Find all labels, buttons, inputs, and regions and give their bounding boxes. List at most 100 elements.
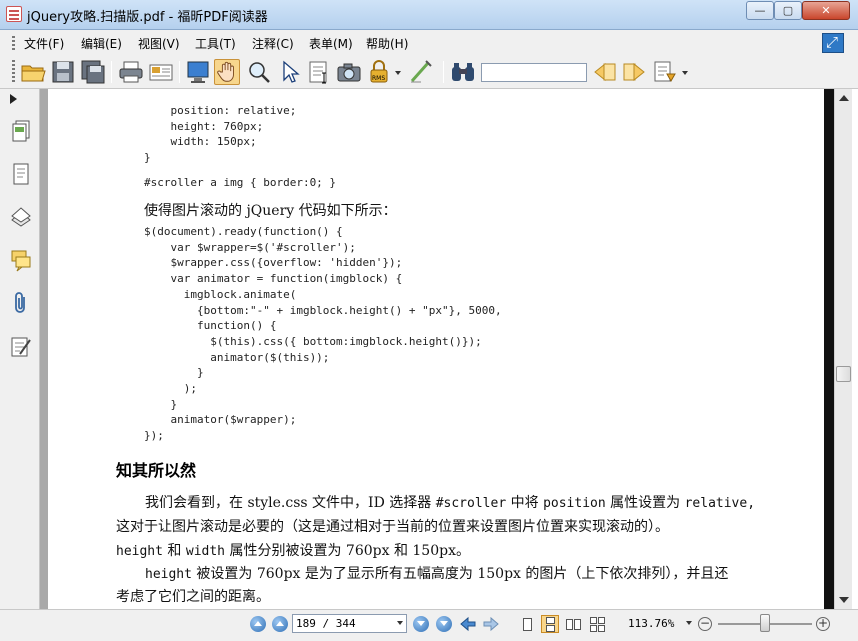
zoom-slider-thumb[interactable]: [760, 614, 770, 632]
css-rule-line: #scroller a img { border:0; }: [144, 176, 337, 189]
next-page-icon[interactable]: [413, 616, 429, 632]
select-arrow-icon[interactable]: [276, 59, 302, 85]
continuous-view-icon[interactable]: [541, 615, 559, 633]
fullscreen-icon[interactable]: [822, 33, 844, 53]
layers-icon[interactable]: [10, 205, 32, 229]
comments-icon[interactable]: [10, 248, 32, 272]
panel-toggle-icon[interactable]: [10, 94, 17, 104]
code-block-main: $(document).ready(function() { var $wrap…: [144, 224, 502, 444]
toolbar-separator: [179, 61, 180, 83]
menu-help[interactable]: 帮助(H): [366, 35, 408, 52]
code-run: position: [543, 496, 606, 511]
save-as-icon[interactable]: [80, 59, 106, 85]
facing-view-icon[interactable]: [564, 615, 582, 633]
menu-tools[interactable]: 工具(T): [195, 35, 236, 52]
section-heading: 知其所以然: [116, 461, 197, 480]
code-line: });: [144, 429, 164, 443]
dropdown-arrow-icon[interactable]: [393, 59, 403, 85]
sign-icon[interactable]: [408, 59, 434, 85]
menu-bar: 文件(F) 编辑(E) 视图(V) 工具(T) 注释(C) 表单(M) 帮助(H…: [0, 30, 858, 55]
go-forward-icon[interactable]: [483, 616, 499, 632]
find-previous-icon[interactable]: [592, 59, 618, 85]
hand-tool-icon[interactable]: [214, 59, 240, 85]
code-line: height: 760px;: [144, 119, 264, 133]
chevron-down-icon[interactable]: [397, 621, 403, 625]
window-title: jQuery攻略.扫描版.pdf - 福昕PDF阅读器: [27, 10, 268, 25]
scroll-down-icon[interactable]: [839, 597, 849, 603]
find-next-icon[interactable]: [621, 59, 647, 85]
code-run: relative,: [684, 496, 756, 511]
bookmarks-icon[interactable]: [10, 162, 32, 186]
signatures-icon[interactable]: [10, 334, 32, 358]
code-run: height: [116, 544, 163, 559]
code-line: imgblock.animate(: [144, 287, 297, 301]
maximize-button[interactable]: ▢: [774, 1, 802, 20]
zoom-select-icon[interactable]: [246, 59, 272, 85]
code-run: height: [145, 567, 192, 582]
dropdown-arrow-icon[interactable]: [680, 59, 690, 85]
text-run: 和: [167, 543, 182, 559]
find-input[interactable]: [481, 63, 587, 82]
text-select-icon[interactable]: [306, 59, 332, 85]
zoom-dropdown-icon[interactable]: [686, 621, 692, 625]
code-line: $(this).css({ bottom:imgblock.height()})…: [144, 334, 482, 348]
code-line: $(document).ready(function() {: [144, 225, 343, 238]
go-back-icon[interactable]: [460, 616, 476, 632]
app-icon: [6, 6, 22, 22]
close-button[interactable]: ✕: [802, 1, 850, 20]
single-page-view-icon[interactable]: [518, 615, 536, 633]
paragraph-line: 这对于让图片滚动是必要的（这是通过相对于当前的位置来设置图片位置来实现滚动的）。: [116, 519, 669, 535]
code-line: {bottom:"-" + imgblock.height() + "px"},…: [144, 303, 502, 317]
menu-comment[interactable]: 注释(C): [252, 35, 294, 52]
first-page-icon[interactable]: [250, 616, 266, 632]
menu-edit[interactable]: 编辑(E): [81, 35, 122, 52]
menu-view[interactable]: 视图(V): [138, 35, 180, 52]
minimize-button[interactable]: —: [746, 1, 774, 20]
menu-file[interactable]: 文件(F): [24, 35, 64, 52]
text-run: 属性分别被设置为 760px 和 150px。: [229, 543, 470, 559]
code-line: position: relative;: [144, 104, 297, 117]
previous-page-icon[interactable]: [272, 616, 288, 632]
toolbar-grip-icon[interactable]: [12, 60, 15, 82]
paragraph-line: 考虑了它们之间的距离。: [116, 589, 270, 605]
email-icon[interactable]: [148, 59, 174, 85]
last-page-icon[interactable]: [436, 616, 452, 632]
text-run: 中将: [510, 495, 539, 511]
print-icon[interactable]: [118, 59, 144, 85]
status-bar: 189 / 344 113.76% − +: [0, 609, 858, 641]
code-line: );: [144, 382, 197, 396]
zoom-out-icon[interactable]: −: [698, 617, 712, 631]
find-binoculars-icon[interactable]: [450, 59, 476, 85]
menu-form[interactable]: 表单(M): [309, 35, 353, 52]
page-number-field[interactable]: 189 / 344: [292, 614, 407, 633]
navigation-panel: [0, 89, 40, 609]
code-block-top: position: relative; height: 760px; width…: [144, 103, 296, 165]
text-run: 被设置为 760px 是为了显示所有五幅高度为 150px 的图片（上下依次排列…: [196, 566, 729, 582]
monitor-icon[interactable]: [185, 59, 211, 85]
code-line: }: [144, 366, 204, 380]
zoom-in-icon[interactable]: +: [816, 617, 830, 631]
open-folder-icon[interactable]: [20, 59, 46, 85]
text-run: 属性设置为: [610, 495, 681, 511]
code-line: width: 150px;: [144, 135, 257, 148]
pages-icon[interactable]: [10, 119, 32, 143]
attachments-icon[interactable]: [10, 291, 32, 315]
paragraph-line: height 和 width 属性分别被设置为 760px 和 150px。: [116, 540, 470, 560]
document-page[interactable]: position: relative; height: 760px; width…: [48, 89, 824, 609]
vertical-scrollbar[interactable]: [834, 89, 852, 609]
code-line: $wrapper.css({overflow: 'hidden'});: [144, 256, 403, 270]
toolbar: RMS: [0, 55, 858, 89]
code-line: function() {: [144, 319, 277, 333]
page-gutter: [40, 89, 48, 609]
rms-lock-icon[interactable]: RMS: [366, 59, 392, 85]
save-icon[interactable]: [50, 59, 76, 85]
menu-grip-icon[interactable]: [12, 36, 15, 50]
page-shadow: [824, 89, 834, 609]
code-line: animator($(this));: [144, 350, 330, 364]
code-line: }: [144, 150, 151, 164]
continuous-facing-view-icon[interactable]: [588, 615, 606, 633]
search-options-icon[interactable]: [652, 59, 678, 85]
scroll-up-icon[interactable]: [839, 95, 849, 101]
snapshot-icon[interactable]: [336, 59, 362, 85]
scroll-thumb[interactable]: [836, 366, 851, 382]
